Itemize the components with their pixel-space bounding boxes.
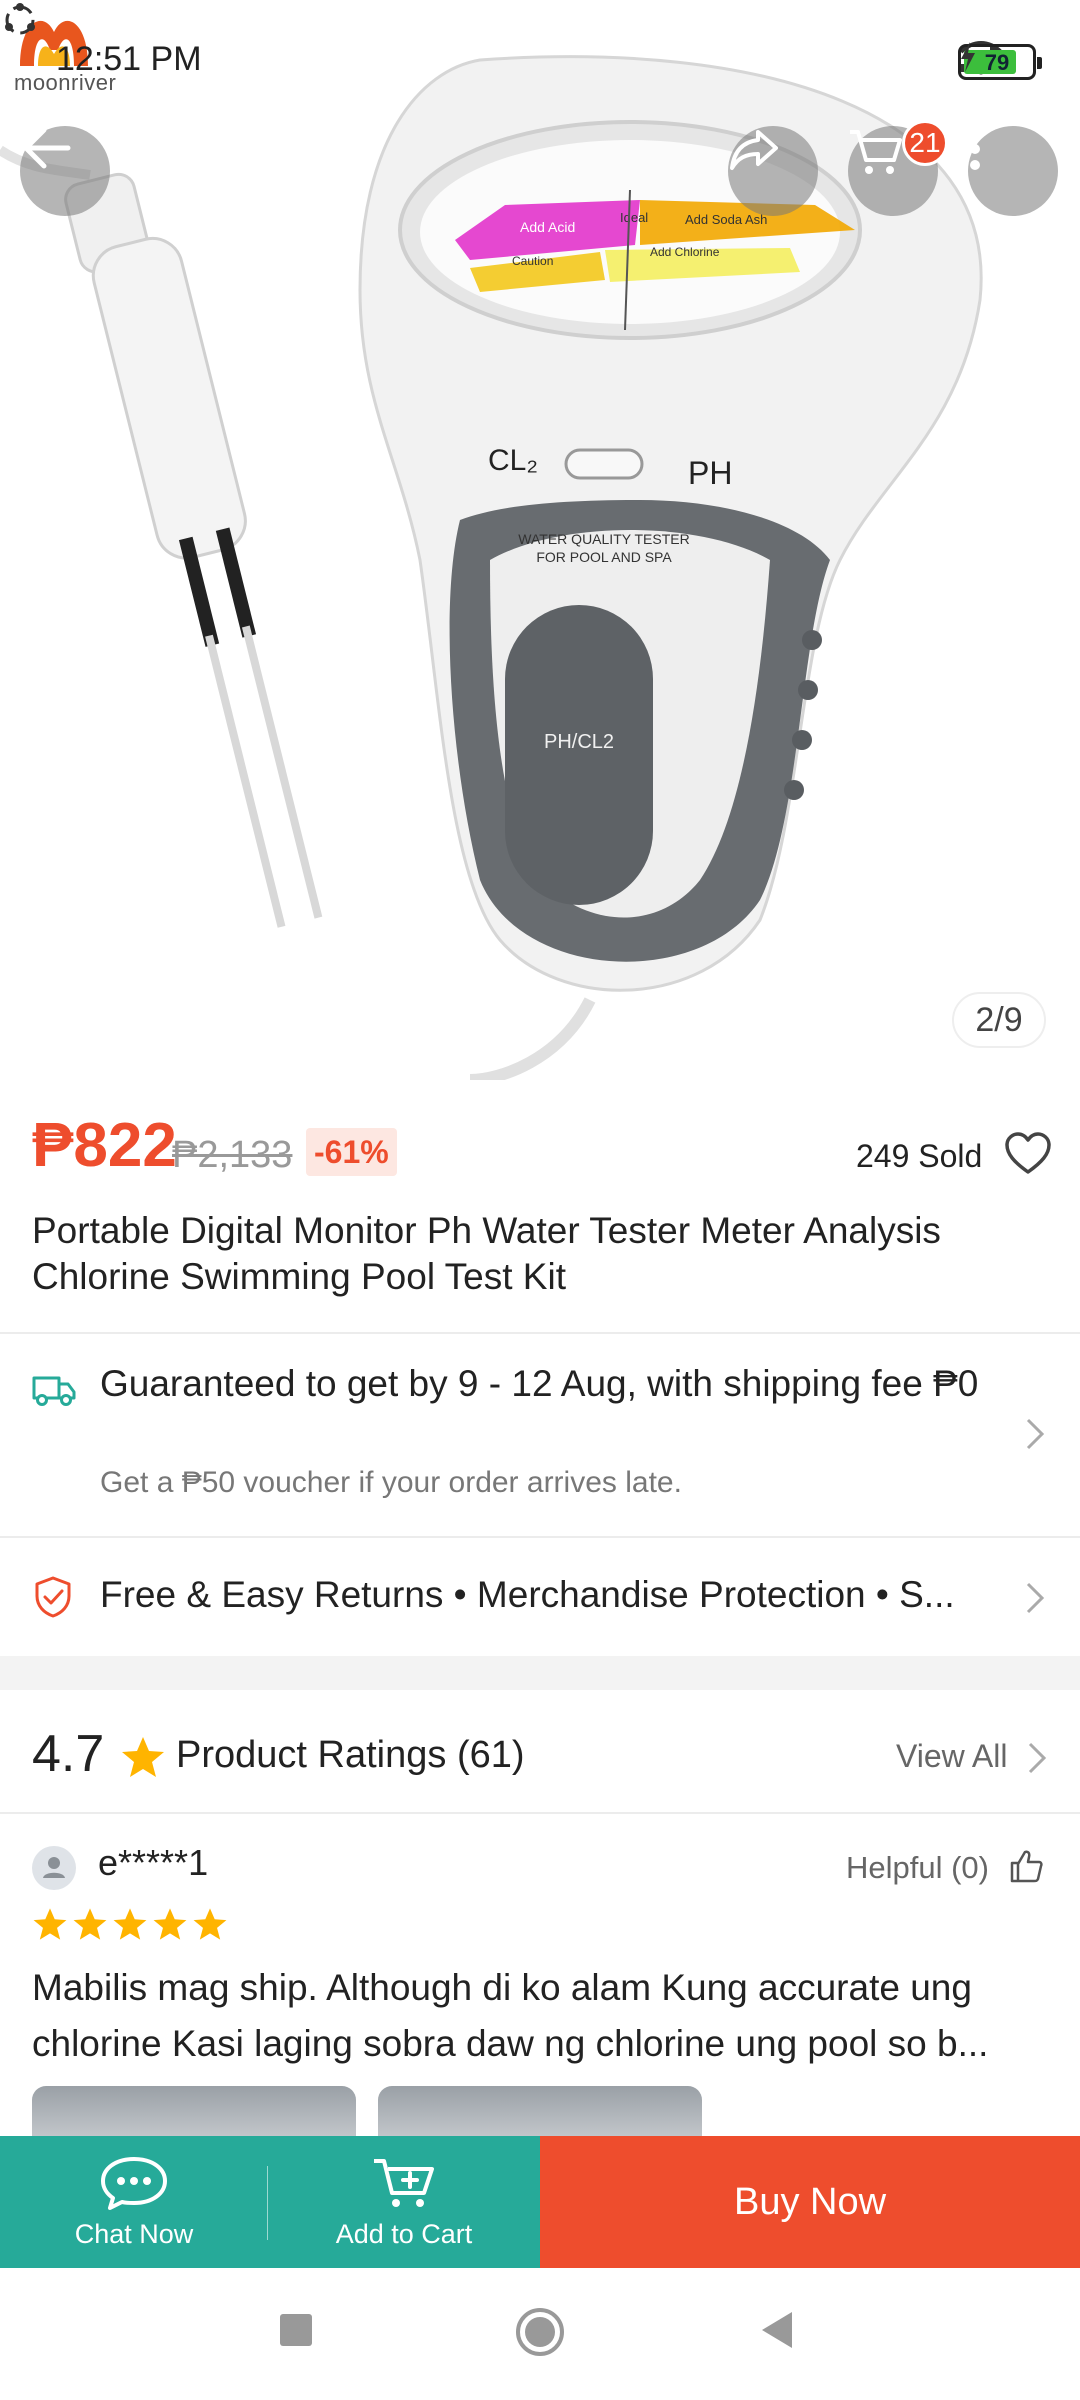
rating-star-icon bbox=[193, 1908, 227, 1940]
original-price: ₱2,133 bbox=[172, 1134, 293, 1176]
ratings-count: (61) bbox=[456, 1734, 525, 1776]
divider bbox=[0, 1536, 1080, 1538]
chat-icon bbox=[101, 2156, 167, 2210]
more-options-button[interactable] bbox=[968, 126, 1058, 216]
view-all-link[interactable]: View All bbox=[896, 1738, 1007, 1775]
chat-now-button[interactable]: Chat Now bbox=[0, 2136, 268, 2268]
share-button[interactable] bbox=[728, 126, 818, 216]
more-vertical-icon bbox=[970, 128, 980, 170]
chevron-right-icon bbox=[1026, 1418, 1045, 1450]
section-gap bbox=[0, 1656, 1080, 1690]
rating-star-icon bbox=[153, 1908, 187, 1940]
avatar bbox=[32, 1846, 76, 1890]
bottom-action-bar: Chat Now Add to Cart Buy Now bbox=[0, 2136, 1080, 2268]
system-nav-bar bbox=[0, 2268, 1080, 2400]
charging-icon bbox=[961, 42, 975, 72]
shipping-guarantee: Guaranteed to get by 9 - 12 Aug, with sh… bbox=[100, 1363, 979, 1404]
current-price: ₱822 bbox=[32, 1111, 177, 1180]
product-image-carousel[interactable]: PH/CL2 Add Acid Ideal Add Soda Ash Cauti… bbox=[0, 0, 1080, 1080]
buy-now-button[interactable]: Buy Now bbox=[540, 2136, 1080, 2268]
back-arrow-icon bbox=[23, 127, 71, 169]
tester-line2: FOR POOL AND SPA bbox=[536, 549, 672, 565]
dial-ideal-text: Ideal bbox=[620, 210, 648, 225]
late-voucher-note: Get a ₱50 voucher if your order arrives … bbox=[100, 1466, 682, 1499]
dial-add-chlorine-text: Add Chlorine bbox=[650, 245, 720, 259]
star-icon bbox=[122, 1737, 164, 1777]
rating-score: 4.7 bbox=[32, 1725, 105, 1783]
ph-label: PH bbox=[688, 455, 732, 491]
home-circle-icon[interactable] bbox=[514, 2306, 566, 2358]
chevron-right-icon bbox=[1028, 1742, 1047, 1774]
share-icon bbox=[730, 130, 778, 170]
ratings-label: Product Ratings bbox=[176, 1734, 447, 1776]
returns-protection-text: Free & Easy Returns • Merchandise Protec… bbox=[100, 1574, 955, 1615]
divider bbox=[0, 1332, 1080, 1334]
truck-icon bbox=[32, 1376, 76, 1406]
reviewer-name: e*****1 bbox=[98, 1842, 209, 1883]
shield-check-icon bbox=[35, 1576, 71, 1618]
rating-star-icon bbox=[33, 1908, 67, 1940]
review-text: Mabilis mag ship. Although di ko alam Ku… bbox=[32, 1967, 989, 2064]
discount-badge: -61% bbox=[306, 1128, 397, 1176]
image-counter: 2/9 bbox=[952, 992, 1046, 1048]
sold-count: 249 Sold bbox=[856, 1138, 983, 1174]
clock: 12:51 PM bbox=[56, 40, 202, 78]
device-button-label: PH/CL2 bbox=[544, 731, 614, 753]
cl2-label: CL₂ bbox=[488, 444, 538, 477]
back-triangle-icon[interactable] bbox=[760, 2310, 796, 2350]
recents-square-icon[interactable] bbox=[278, 2312, 314, 2348]
status-bar: moonriver 12:51 PM 79 bbox=[0, 0, 1080, 120]
heart-icon[interactable] bbox=[1004, 1132, 1052, 1176]
review-stars bbox=[32, 1906, 228, 1946]
sync-icon bbox=[5, 3, 35, 35]
cart-button[interactable]: 21 bbox=[848, 120, 948, 216]
tester-line1: WATER QUALITY TESTER bbox=[518, 531, 689, 547]
cart-count-badge: 21 bbox=[902, 120, 948, 166]
thumbs-up-icon[interactable] bbox=[1008, 1848, 1044, 1884]
chat-now-label: Chat Now bbox=[74, 2218, 194, 2249]
ratings-title: Product Ratings (61) bbox=[176, 1734, 525, 1777]
helpful-count[interactable]: Helpful (0) bbox=[846, 1850, 989, 1886]
system-icons: 79 bbox=[958, 40, 1042, 84]
add-to-cart-button[interactable]: Add to Cart bbox=[268, 2136, 540, 2268]
product-title: Portable Digital Monitor Ph Water Tester… bbox=[32, 1210, 941, 1297]
add-to-cart-label: Add to Cart bbox=[335, 2218, 473, 2249]
user-icon bbox=[43, 1857, 65, 1878]
dial-add-soda-text: Add Soda Ash bbox=[685, 212, 767, 227]
dial-caution-text: Caution bbox=[512, 254, 553, 268]
price-row: ₱822 ₱2,133 -61% 249 Sold bbox=[32, 1108, 1051, 1198]
rating-star-icon bbox=[73, 1908, 107, 1940]
back-button[interactable] bbox=[20, 126, 110, 216]
dial-add-acid-text: Add Acid bbox=[520, 219, 575, 235]
rating-star-icon bbox=[113, 1908, 147, 1940]
divider bbox=[0, 1812, 1080, 1814]
add-to-cart-icon bbox=[374, 2158, 434, 2207]
chevron-right-icon bbox=[1026, 1582, 1045, 1614]
cart-icon bbox=[850, 130, 902, 174]
